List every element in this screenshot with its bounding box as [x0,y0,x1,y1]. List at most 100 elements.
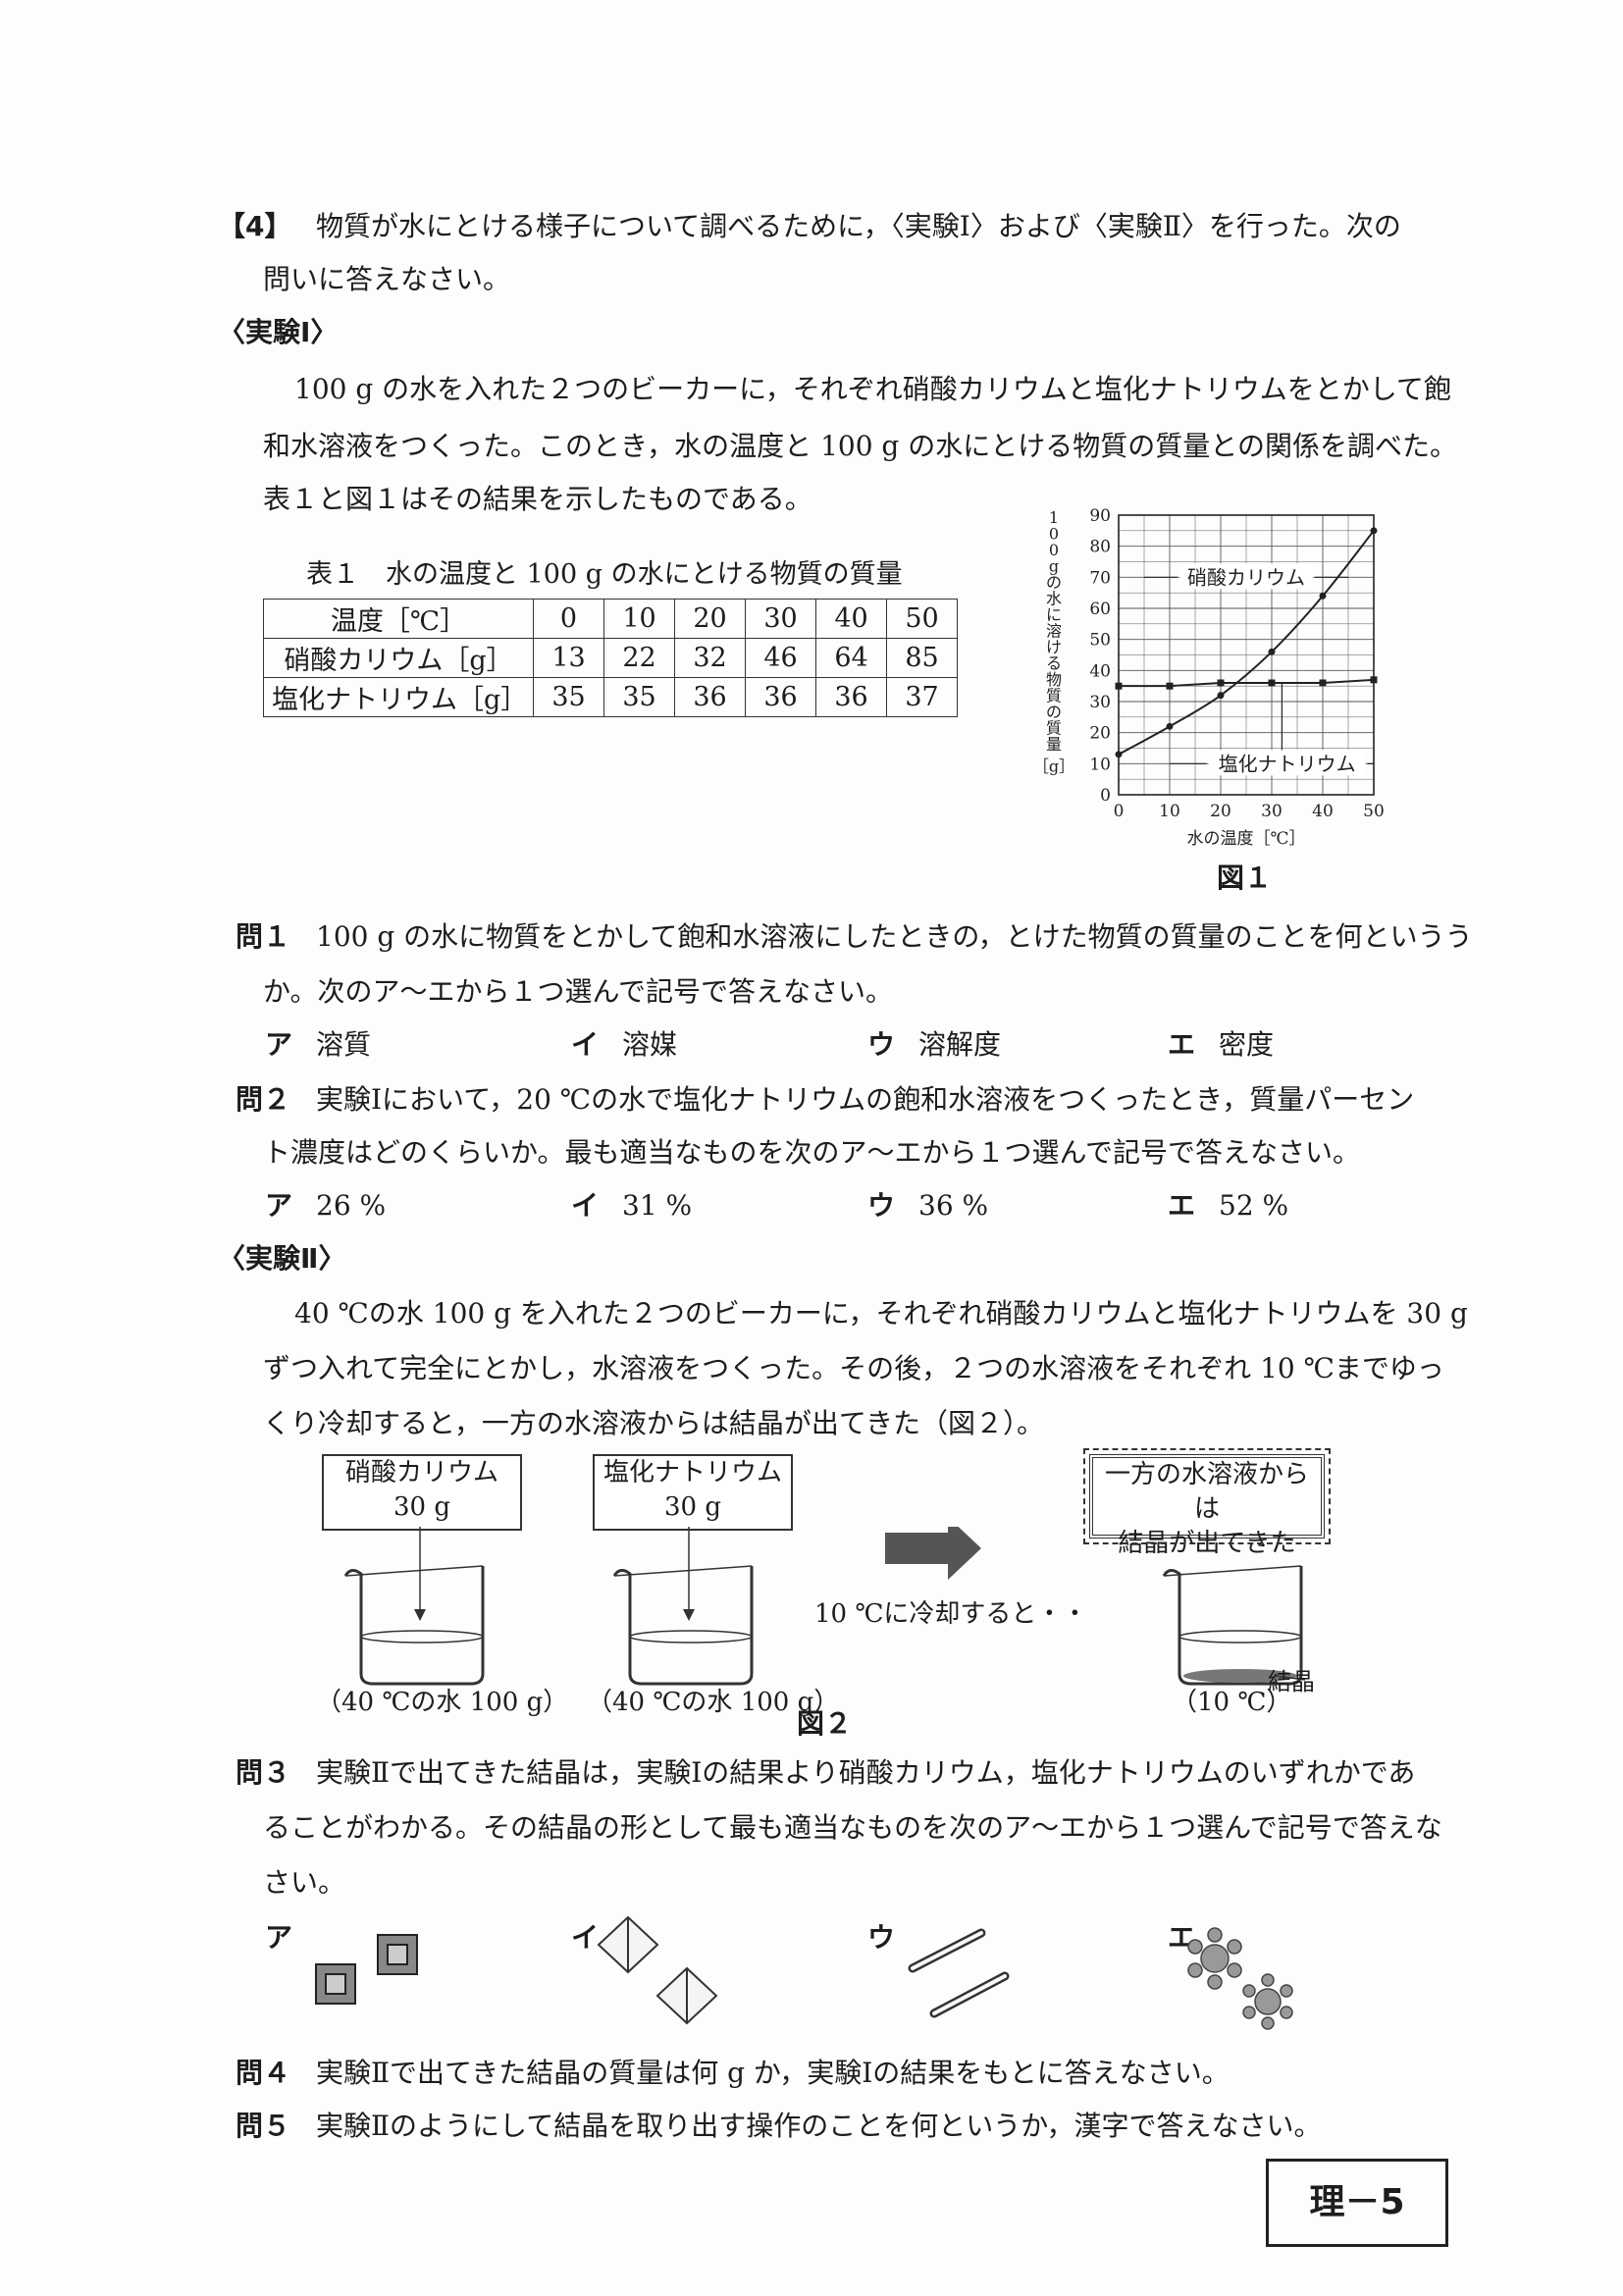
arrow-head-icon [683,1609,695,1621]
table-cell: 30 [745,599,816,639]
q3-number: 問３ [236,1756,291,1789]
solubility-chart: 100gの水に溶ける物質の質量［g］ 01020304050607080900 1… [1033,506,1385,849]
x-axis-label: 水の温度［℃］ [1186,829,1305,849]
table-cell: 37 [886,677,958,717]
q4-number: 問４ [236,2057,291,2089]
y-tick-label: 20 [1089,724,1111,744]
exp1-text-2: 和水溶液をつくった。このとき，水の温度と 100 g の水にとける物質の質量との… [263,430,1457,462]
table-caption: 表１ 水の温度と 100 g の水にとける物質の質量 [306,559,903,590]
q2-choice-text: 31 % [622,1189,693,1222]
q2-choice-text: 52 % [1219,1189,1289,1222]
q2-text-1: 実験Ⅰにおいて，20 ℃の水で塩化ナトリウムの飽和水溶液をつくったとき，質量パー… [316,1083,1415,1116]
exp1-text-3: 表１と図１はその結果を示したものである。 [263,483,812,515]
cube-crystal-icon [315,1934,418,2005]
potassium-nitrate-box: 硝酸カリウム 30 g [322,1454,522,1531]
data-point [1166,682,1174,690]
data-point [1115,682,1123,690]
x-tick-label: 20 [1210,802,1231,821]
q3-text-2: ることがわかる。その結晶の形として最も適当なものを次のア～エから１つ選んで記号で… [263,1811,1442,1844]
table-cell: 36 [745,677,816,717]
beaker-icon [1162,1565,1303,1686]
q1-choice-key: エ [1168,1028,1196,1061]
y-tick-label: 10 [1089,755,1111,774]
arrow-head-icon [414,1609,426,1621]
y-axis-unit: ［g］ [1033,757,1074,776]
y-tick-label: 50 [1089,631,1111,651]
q2-choice-key: ア [265,1189,293,1222]
table-cell: 36 [674,677,746,717]
y-tick-label: 0 [1100,786,1111,806]
y-tick-label: 90 [1089,506,1111,526]
table-cell: 46 [745,638,816,678]
page-number-badge: 理－5 [1266,2159,1448,2247]
question-number: 【4】 [218,210,292,242]
process-arrow-icon [885,1527,981,1580]
q3-text-1: 実験Ⅱで出てきた結晶は，実験Ⅰの結果より硝酸カリウム，塩化ナトリウムのいずれかで… [316,1756,1416,1789]
data-point [1268,648,1276,655]
exp1-heading: 〈実験Ⅰ〉 [218,316,339,348]
x-tick-label: 40 [1312,802,1334,821]
table-header-label: 温度［℃］ [263,599,534,639]
q1-text-2: か。次のア～エから１つ選んで記号で答えなさい。 [263,975,894,1008]
q1-choice-key: イ [571,1028,600,1061]
table-header-row: 温度［℃］ 0 10 20 30 40 50 [263,599,958,639]
y-tick-label: 30 [1089,693,1111,712]
q2-choice-text: 36 % [918,1189,989,1222]
data-point [1370,676,1378,684]
q4-text: 実験Ⅱで出てきた結晶の質量は何 g か，実験Ⅰの結果をもとに答えなさい。 [316,2057,1230,2089]
octahedron-crystal-icon [597,1915,718,2025]
table-cell: 0 [533,599,604,639]
q5-number: 問５ [236,2110,291,2142]
result-text-1: 一方の水溶液からは [1104,1460,1309,1525]
data-point [1115,751,1123,758]
q1-text-1: 100 g の水に物質をとかして飽和水溶液にしたときの，とけた物質の質量のことを… [316,920,1473,953]
x-tick-label: 0 [1114,802,1125,821]
figure1-label: 図１ [1217,861,1273,894]
series-label: 硝酸カリウム [1187,565,1305,589]
exp1-text-1: 100 g の水を入れた２つのビーカーに，それぞれ硝酸カリウムと塩化ナトリウムを… [294,373,1451,405]
figure2-label: 図２ [797,1707,853,1740]
q2-choice-text: 26 % [316,1189,387,1222]
exp2-text-1: 40 ℃の水 100 g を入れた２つのビーカーに，それぞれ硝酸カリウムと塩化ナ… [294,1297,1468,1330]
snowflake-crystal-icon [1187,1927,1293,2030]
table-cell: 22 [603,638,675,678]
beaker-icon [343,1565,485,1686]
y-axis-label: 100gの水に溶ける物質の質量［g］ [1033,508,1074,776]
table-cell: 64 [815,638,887,678]
q1-choice-text: 溶解度 [918,1028,1002,1061]
box-amount: 30 g [393,1492,450,1523]
q1-number: 問１ [236,920,291,953]
data-point [1217,679,1225,687]
table-cell: 32 [674,638,746,678]
box-label: 塩化ナトリウム [602,1458,782,1487]
table-cell: 20 [674,599,746,639]
y-tick-label: 70 [1089,568,1111,588]
table-cell: 50 [886,599,958,639]
q3-text-3: さい。 [263,1866,346,1899]
exp2-heading: 〈実験Ⅱ〉 [218,1242,346,1275]
beaker3-label: （10 ℃） [1172,1688,1292,1717]
series-label: 塩化ナトリウム [1219,752,1356,775]
data-point [1217,692,1225,700]
q2-number: 問２ [236,1083,291,1116]
y-tick-label: 40 [1089,661,1111,681]
table-cell: 40 [815,599,887,639]
crystal-choices [315,1915,1293,2030]
table-cell: 10 [603,599,675,639]
solubility-table: 温度［℃］ 0 10 20 30 40 50 硝酸カリウム［g］ 13 22 3… [263,599,958,717]
y-axis-label-char: 量 [1046,735,1062,754]
q2-choice-key: エ [1168,1189,1196,1222]
q2-choice-key: ウ [867,1189,896,1222]
intro-line-1: 物質が水にとける様子について調べるために，〈実験Ⅰ〉および〈実験Ⅱ〉を行った。次… [316,210,1401,242]
row-label: 硝酸カリウム［g］ [263,638,534,678]
data-point [1268,679,1276,687]
q1-choice-key: ア [265,1028,293,1061]
x-tick-label: 10 [1159,802,1180,821]
box-amount: 30 g [664,1492,721,1523]
x-tick-label: 50 [1363,802,1385,821]
q1-choice-text: 密度 [1219,1028,1275,1061]
y-tick-label: 60 [1089,600,1111,619]
table-row: 塩化ナトリウム［g］ 35 35 36 36 36 37 [263,677,958,717]
table-cell: 35 [533,677,604,717]
table-cell: 35 [603,677,675,717]
